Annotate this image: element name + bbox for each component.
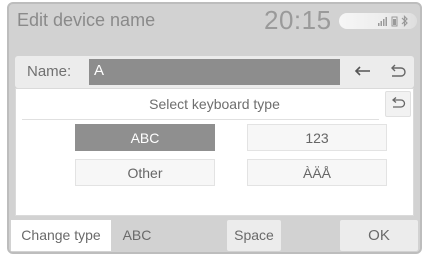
keyboard-option-other[interactable]: Other: [75, 159, 215, 186]
space-button[interactable]: Space: [227, 220, 281, 251]
header-bar: Edit device name 20:15: [9, 4, 420, 44]
name-value: A: [94, 62, 105, 79]
bluetooth-icon: [401, 15, 408, 27]
keyboard-type-panel: Select keyboard type ABC 123 Other ÀÄÅ: [15, 88, 414, 216]
return-icon: [391, 64, 406, 77]
return-icon: [391, 97, 406, 108]
keyboard-option-abc[interactable]: ABC: [75, 124, 215, 151]
return-button[interactable]: [382, 56, 412, 88]
name-label: Name:: [27, 63, 72, 80]
keyboard-option-accented[interactable]: ÀÄÅ: [247, 159, 387, 186]
status-indicator: [339, 13, 417, 29]
signal-icon: [378, 17, 387, 26]
name-input[interactable]: A: [89, 59, 340, 85]
name-row: Name: A: [15, 56, 414, 88]
status-icons: [377, 14, 411, 28]
battery-icon: [391, 16, 398, 27]
backspace-button[interactable]: [348, 56, 378, 88]
page-title: Edit device name: [17, 10, 156, 30]
screen: Edit device name 20:15 Name: A Select ke…: [7, 2, 422, 254]
abc-indicator: ABC: [122, 227, 152, 243]
keyboard-panel-return-button[interactable]: [385, 91, 411, 117]
arrow-left-icon: [354, 66, 370, 76]
bottom-bar: Change type ABC Space OK: [9, 217, 420, 252]
divider: [22, 119, 379, 120]
ok-button[interactable]: OK: [340, 220, 418, 251]
keyboard-panel-title: Select keyboard type: [149, 96, 280, 112]
keyboard-option-123[interactable]: 123: [247, 124, 387, 151]
change-type-button[interactable]: Change type: [11, 220, 111, 251]
clock: 20:15: [264, 5, 332, 35]
